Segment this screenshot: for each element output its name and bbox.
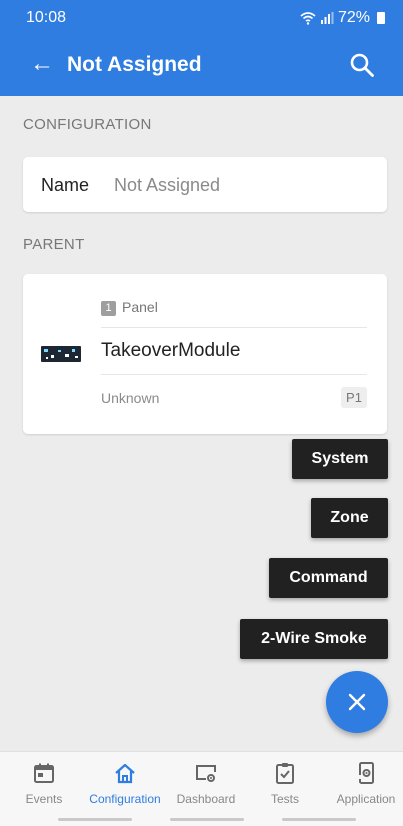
panel-number-badge: 1 bbox=[101, 301, 116, 316]
clipboard-check-icon bbox=[276, 763, 294, 784]
signal-icon bbox=[320, 12, 334, 24]
module-name: TakeoverModule bbox=[101, 340, 241, 361]
name-field-card[interactable]: Name Not Assigned bbox=[23, 157, 387, 212]
device-gear-icon bbox=[358, 762, 374, 784]
status-indicators: 72% bbox=[300, 9, 385, 27]
nav-item-events[interactable]: Events bbox=[4, 752, 84, 812]
close-icon bbox=[348, 693, 366, 711]
gesture-bar bbox=[282, 818, 356, 821]
divider bbox=[101, 374, 367, 375]
calendar-icon bbox=[34, 763, 54, 783]
app-bar: ← Not Assigned bbox=[0, 34, 403, 96]
back-arrow-icon[interactable]: ← bbox=[30, 50, 54, 78]
nav-label: Configuration bbox=[89, 792, 161, 806]
nav-label: Application bbox=[336, 792, 396, 806]
nav-item-dashboard[interactable]: Dashboard bbox=[166, 752, 246, 812]
menu-item-system[interactable]: System bbox=[292, 439, 388, 479]
battery-percent: 72% bbox=[337, 9, 370, 26]
parent-card[interactable]: 1 Panel TakeoverModule Unknown P1 bbox=[23, 274, 387, 434]
search-icon[interactable] bbox=[349, 52, 375, 78]
monitor-gear-icon bbox=[196, 765, 216, 782]
nav-label: Events bbox=[25, 792, 63, 806]
divider bbox=[101, 327, 367, 328]
status-bar: 10:08 72% bbox=[0, 0, 403, 34]
page-title: Not Assigned bbox=[67, 53, 202, 76]
menu-item-zone[interactable]: Zone bbox=[311, 498, 388, 538]
menu-item-command[interactable]: Command bbox=[269, 558, 388, 598]
module-status: Unknown bbox=[101, 390, 160, 406]
nav-item-configuration[interactable]: Configuration bbox=[85, 752, 165, 812]
module-board-icon bbox=[41, 346, 81, 362]
home-icon bbox=[115, 763, 135, 784]
name-value[interactable]: Not Assigned bbox=[114, 175, 220, 196]
nav-item-application[interactable]: Application bbox=[326, 752, 403, 812]
bottom-navigation: Events Configuration Dashboard Tests App… bbox=[0, 751, 403, 826]
status-time: 10:08 bbox=[26, 9, 67, 26]
parent-section-label: PARENT bbox=[23, 236, 85, 253]
gesture-bar bbox=[58, 818, 132, 821]
nav-label: Tests bbox=[270, 792, 299, 806]
nav-label: Dashboard bbox=[176, 792, 236, 806]
nav-item-tests[interactable]: Tests bbox=[245, 752, 325, 812]
close-fab-button[interactable] bbox=[326, 671, 388, 733]
wifi-icon bbox=[300, 11, 316, 25]
gesture-bar bbox=[170, 818, 244, 821]
name-label: Name bbox=[41, 175, 90, 195]
menu-item-2-wire-smoke[interactable]: 2-Wire Smoke bbox=[240, 619, 388, 659]
panel-id-badge: P1 bbox=[341, 387, 367, 408]
battery-icon bbox=[377, 12, 385, 24]
panel-label: Panel bbox=[122, 299, 158, 315]
configuration-section-label: CONFIGURATION bbox=[23, 116, 152, 133]
